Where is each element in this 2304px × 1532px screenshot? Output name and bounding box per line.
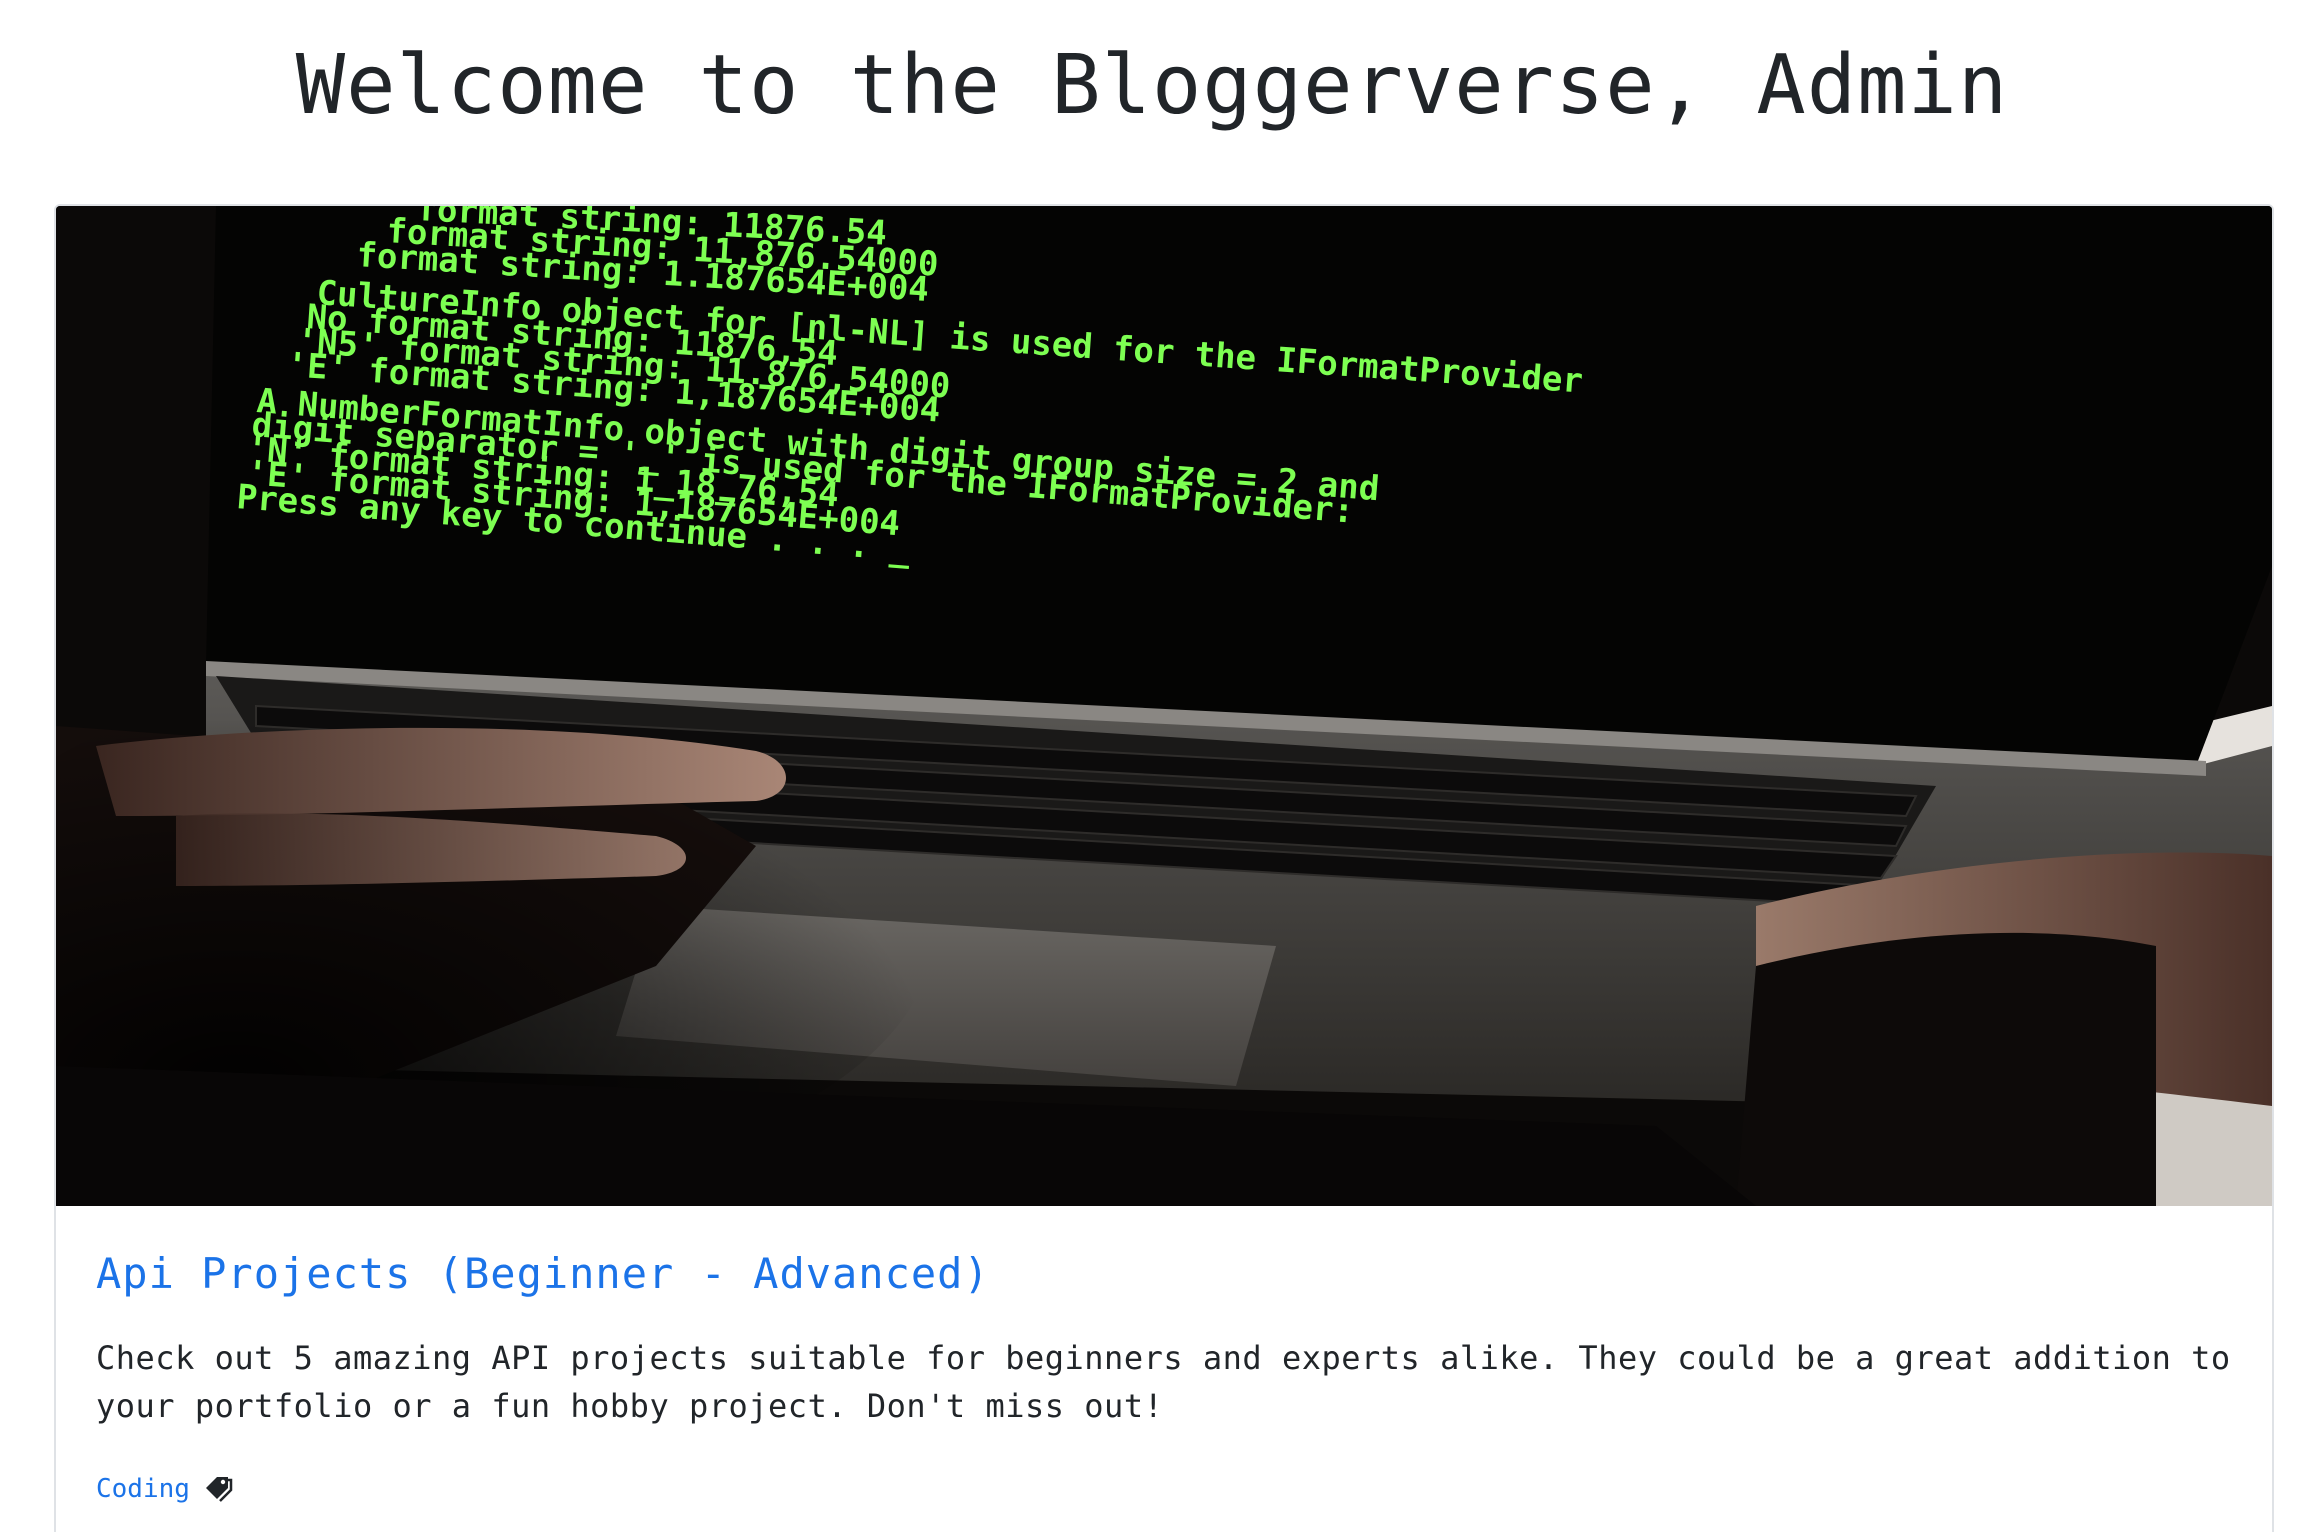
post-card: format string: 11876.54 format string: 1… [54,204,2274,1532]
post-cover-image[interactable]: format string: 11876.54 format string: 1… [56,206,2272,1206]
post-body: Api Projects (Beginner - Advanced) Check… [96,1206,2236,1504]
tag-icon [204,1474,234,1504]
tag-coding-link[interactable]: Coding [96,1474,190,1504]
post-tags: Coding [96,1474,2236,1504]
page-title: Welcome to the Bloggerverse, Admin [295,38,2009,133]
post-title-link[interactable]: Api Projects (Beginner - Advanced) [96,1244,2236,1304]
post-excerpt: Check out 5 amazing API projects suitabl… [96,1339,2231,1425]
